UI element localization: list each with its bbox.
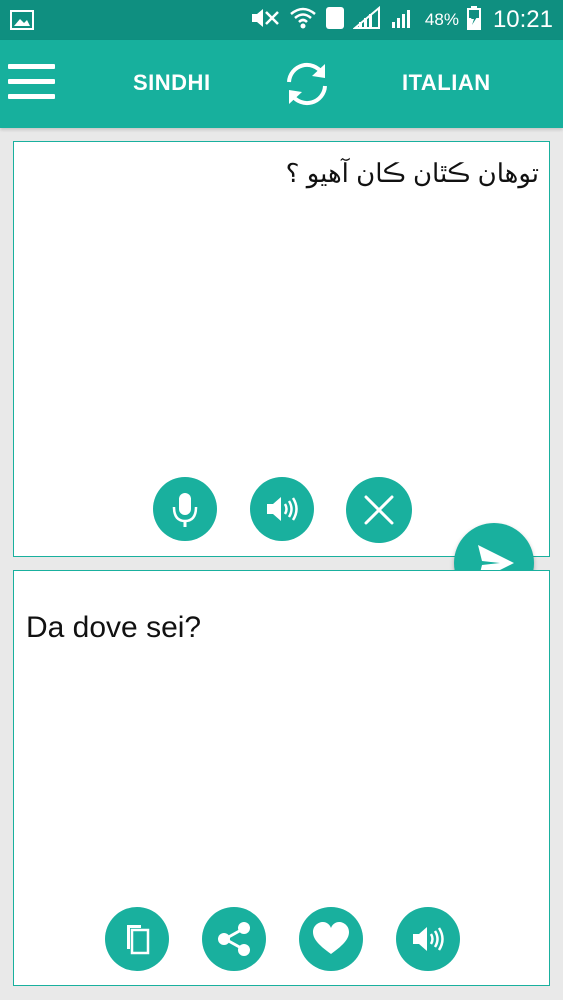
copy-button[interactable] — [105, 907, 169, 971]
share-icon — [218, 922, 250, 956]
speak-source-button[interactable] — [250, 477, 314, 541]
microphone-button[interactable] — [153, 477, 217, 541]
clock: 10:21 — [492, 6, 553, 33]
sim-slot-badge — [325, 6, 345, 35]
app-toolbar: SINDHI ITALIAN — [0, 40, 563, 128]
swap-icon[interactable] — [279, 56, 335, 112]
copy-icon — [127, 925, 150, 955]
heart-icon — [313, 922, 349, 954]
clear-button[interactable] — [346, 477, 412, 543]
image-icon — [10, 8, 34, 32]
battery-percent: 48% — [424, 10, 459, 29]
speak-target-button[interactable] — [396, 907, 460, 971]
mute-icon — [249, 6, 281, 35]
signal-icon — [352, 5, 381, 35]
share-button[interactable] — [202, 907, 266, 971]
source-text-panel: توهان ڪٿان ڪان آهيو ؟ — [13, 141, 550, 557]
signal-icon — [389, 6, 417, 35]
target-text-panel: Da dove sei? — [13, 570, 550, 986]
source-language-selector[interactable]: SINDHI — [133, 70, 211, 96]
speaker-icon — [413, 927, 444, 951]
wifi-icon — [289, 6, 317, 35]
status-bar: 48% 10:21 — [0, 0, 563, 40]
menu-icon[interactable] — [8, 64, 56, 104]
translated-text: Da dove sei? — [26, 611, 202, 644]
favorite-button[interactable] — [299, 907, 363, 971]
target-language-selector[interactable]: ITALIAN — [402, 70, 491, 96]
speaker-icon — [267, 497, 298, 521]
microphone-icon — [172, 493, 198, 527]
close-icon — [364, 495, 394, 525]
source-text-input[interactable]: توهان ڪٿان ڪان آهيو ؟ — [24, 158, 539, 189]
battery-icon — [466, 5, 481, 35]
